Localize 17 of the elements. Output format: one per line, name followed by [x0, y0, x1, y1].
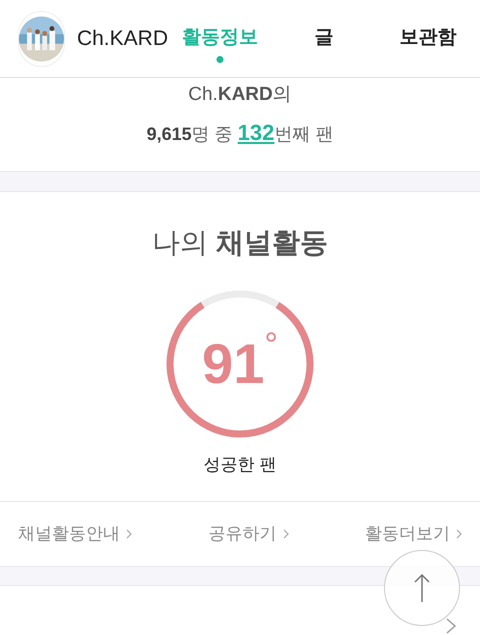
channel-name: Ch.KARD — [76, 26, 168, 52]
section-link[interactable]: 채널활동안내 — [18, 521, 132, 547]
section-title: 나의 채널활동 — [152, 226, 328, 260]
fan-grade-text: 성공한 팬 — [204, 454, 276, 476]
nav-tab[interactable]: 활동정보 — [168, 24, 272, 53]
chevron-right-icon — [456, 529, 462, 539]
section-link[interactable]: 활동더보기 — [365, 521, 462, 547]
chevron-right-icon — [126, 529, 132, 539]
nav-tab[interactable]: 보관함 — [376, 24, 480, 53]
fan-rank-text: 9,615명 중 132번째 팬 — [146, 118, 334, 146]
section-link[interactable]: 공유하기 — [208, 521, 288, 547]
arrow-up-icon — [414, 573, 430, 603]
channel-owner-text: Ch.KARD의 — [188, 83, 292, 107]
chevron-right-icon — [446, 618, 456, 634]
rank-link[interactable]: 132 — [238, 120, 274, 144]
nav-tab[interactable]: 글 — [272, 24, 376, 53]
chevron-right-icon — [282, 529, 288, 539]
